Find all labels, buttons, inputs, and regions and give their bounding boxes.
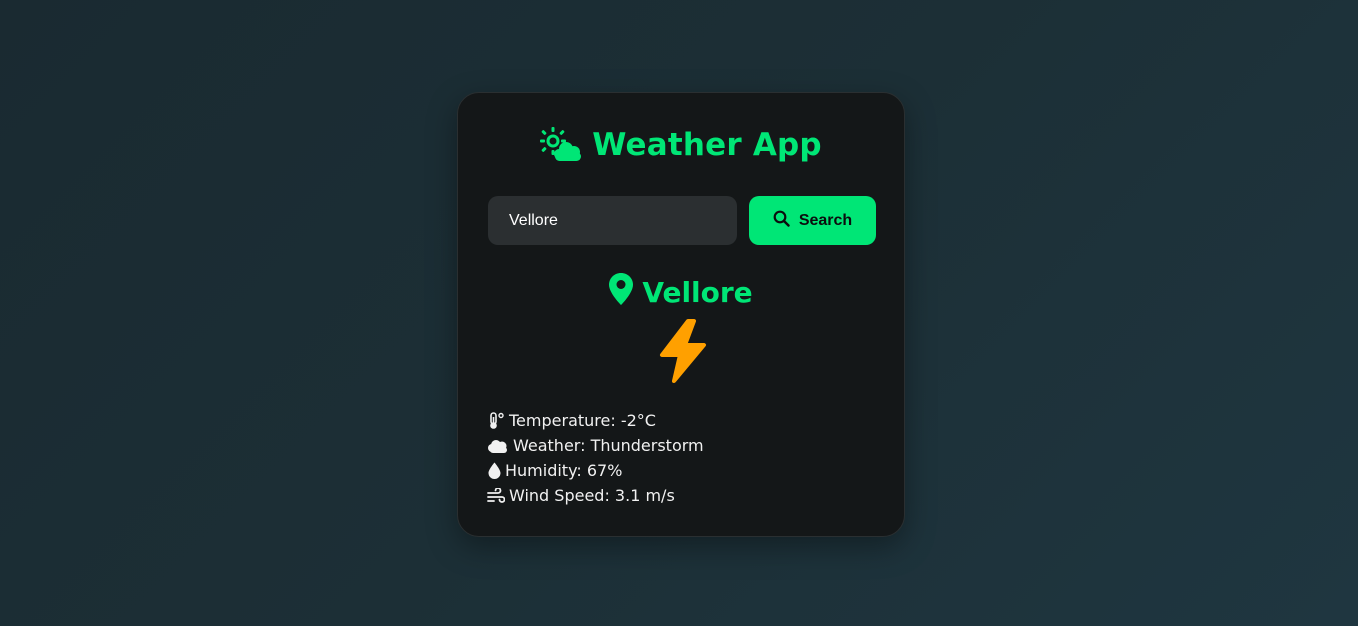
humidity-row: Humidity: 67% [487,458,704,483]
thermometer-icon [487,411,505,430]
wind-text: Wind Speed: 3.1 m/s [509,486,675,505]
app-title-text: Weather App [592,127,822,163]
weather-row: Weather: Thunderstorm [487,433,704,458]
search-input[interactable] [488,196,737,245]
water-drop-icon [487,462,501,480]
humidity-text: Humidity: 67% [505,461,623,480]
search-icon [773,210,790,232]
cloud-icon [487,437,509,455]
app-title: Weather App [458,127,904,163]
sun-cloud-icon [540,127,582,163]
weather-text: Weather: Thunderstorm [513,436,704,455]
wind-row: Wind Speed: 3.1 m/s [487,483,704,508]
search-button-label: Search [798,211,853,229]
search-button[interactable]: Search [749,196,876,245]
city-name: Vellore [458,273,904,312]
weather-details: Temperature: -2°C Weather: Thunderstorm [487,408,704,508]
lightning-bolt-icon [652,317,714,385]
wind-icon [487,487,505,505]
map-pin-icon [609,273,634,312]
weather-card: Weather App Search Vellore [457,92,905,537]
temperature-row: Temperature: -2°C [487,408,704,433]
city-name-text: Vellore [642,276,753,309]
temperature-text: Temperature: -2°C [509,411,656,430]
